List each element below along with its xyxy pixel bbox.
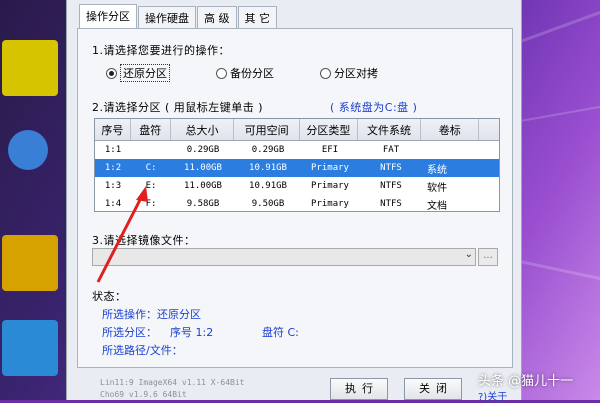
table-cell: F: — [145, 199, 157, 209]
status-operation: 所选操作：还原分区 — [102, 306, 201, 322]
chevron-down-icon[interactable]: ⌄ — [465, 249, 473, 260]
column-header[interactable]: 文件系统 — [358, 119, 422, 140]
operation-radio-group: 还原分区 备份分区 分区对拷 — [106, 64, 378, 82]
about-link[interactable]: ?)关于 — [478, 388, 507, 403]
table-cell: EFI — [321, 145, 339, 155]
version-text: Lin11:9 ImageX64 v1.11 X-64Bit — [100, 378, 245, 387]
radio-copy-partition[interactable]: 分区对拷 — [320, 65, 378, 81]
system-disk-note: ( 系统盘为C:盘 ) — [330, 101, 418, 114]
tab-other[interactable]: 其 它 — [237, 6, 277, 28]
table-cell: 1:2 — [104, 163, 122, 173]
watermark: 头条 @猫儿十一 — [478, 374, 574, 389]
table-cell: 9.58GB — [186, 199, 220, 209]
column-header — [479, 119, 499, 140]
tab-bar: 操作分区 操作硬盘 高 级 其 它 — [79, 4, 278, 28]
table-cell: 1:4 — [104, 199, 122, 209]
table-cell: 1:1 — [104, 145, 122, 155]
status-partition-drive: 盘符 C: — [262, 326, 299, 339]
tab-operate-disk[interactable]: 操作硬盘 — [138, 6, 196, 28]
table-cell — [131, 141, 171, 159]
column-header[interactable]: 可用空间 — [234, 119, 300, 140]
tab-operate-partition[interactable]: 操作分区 — [79, 4, 137, 28]
table-cell — [423, 141, 481, 159]
radio-label: 分区对拷 — [334, 67, 378, 80]
table-cell: 10.91GB — [249, 181, 287, 191]
section-image-title: 3.请选择镜像文件： — [92, 234, 196, 247]
image-file-combobox[interactable]: ⌄ — [92, 248, 476, 266]
table-cell: NTFS — [380, 163, 402, 173]
table-cell: 9.50GB — [251, 199, 285, 209]
radio-restore-partition[interactable]: 还原分区 — [106, 64, 170, 82]
table-cell: 1:3 — [104, 181, 122, 191]
radio-backup-partition[interactable]: 备份分区 — [216, 65, 274, 81]
table-cell: FAT — [382, 145, 400, 155]
radio-unselected-icon — [216, 67, 227, 79]
status-partition-seq: 序号 1:2 — [170, 326, 214, 339]
table-row[interactable]: 1:1 0.29GB 0.29GB EFI FAT — [95, 141, 499, 159]
status-partition-label: 所选分区： — [102, 326, 157, 339]
table-cell: 系统 — [427, 164, 447, 176]
table-cell: 11.00GB — [184, 163, 222, 173]
column-header[interactable]: 总大小 — [171, 119, 235, 140]
desktop-app-icon[interactable] — [2, 235, 58, 291]
table-cell: 11.00GB — [184, 181, 222, 191]
table-row[interactable]: 1:2 C: 11.00GB 10.91GB Primary NTFS 系统 — [95, 159, 499, 177]
status-path: 所选路径/文件： — [102, 344, 183, 357]
table-cell: 0.29GB — [251, 145, 285, 155]
radio-label: 还原分区 — [120, 64, 170, 82]
column-header[interactable]: 序号 — [95, 119, 131, 140]
radio-selected-icon — [106, 67, 117, 79]
tab-advanced[interactable]: 高 级 — [197, 6, 237, 28]
desktop-app-icon[interactable] — [8, 130, 48, 170]
section-operation-title: 1.请选择您要进行的操作： — [92, 44, 230, 57]
status-title: 状态： — [92, 290, 127, 303]
column-header[interactable]: 分区类型 — [300, 119, 358, 140]
desktop-app-icon[interactable] — [2, 40, 58, 96]
table-cell: NTFS — [380, 181, 402, 191]
table-row[interactable]: 1:4 F: 9.58GB 9.50GB Primary NTFS 文档 — [95, 195, 499, 213]
version-text: Cho69 v1.9.6 64Bit — [100, 390, 187, 399]
table-cell: 文档 — [427, 200, 447, 212]
table-cell: 0.29GB — [186, 145, 220, 155]
status-operation-label: 所选操作： — [102, 308, 157, 321]
radio-unselected-icon — [320, 67, 331, 79]
table-cell: 软件 — [427, 182, 447, 194]
table-cell: E: — [145, 181, 157, 191]
table-row[interactable]: 1:3 E: 11.00GB 10.91GB Primary NTFS 软件 — [95, 177, 499, 195]
status-operation-value: 还原分区 — [157, 308, 201, 321]
desktop-app-icon[interactable] — [2, 320, 58, 376]
execute-button[interactable]: 执行 — [330, 378, 388, 400]
table-header: 序号 盘符 总大小 可用空间 分区类型 文件系统 卷标 — [95, 119, 499, 141]
table-cell: Primary — [311, 181, 349, 191]
radio-label: 备份分区 — [230, 67, 274, 80]
table-cell: NTFS — [380, 199, 402, 209]
table-cell: Primary — [311, 199, 349, 209]
partition-table: 序号 盘符 总大小 可用空间 分区类型 文件系统 卷标 1:1 0.29GB 0.2… — [94, 118, 500, 212]
column-header[interactable]: 盘符 — [131, 119, 171, 140]
table-cell: 10.91GB — [249, 163, 287, 173]
section-partition-title: 2.请选择分区 ( 用鼠标左键单击 ) — [92, 101, 264, 114]
column-header[interactable]: 卷标 — [421, 119, 480, 140]
table-cell: Primary — [311, 163, 349, 173]
close-button[interactable]: 关闭 — [404, 378, 462, 400]
table-cell: C: — [145, 163, 157, 173]
browse-button[interactable]: ... — [478, 248, 498, 266]
